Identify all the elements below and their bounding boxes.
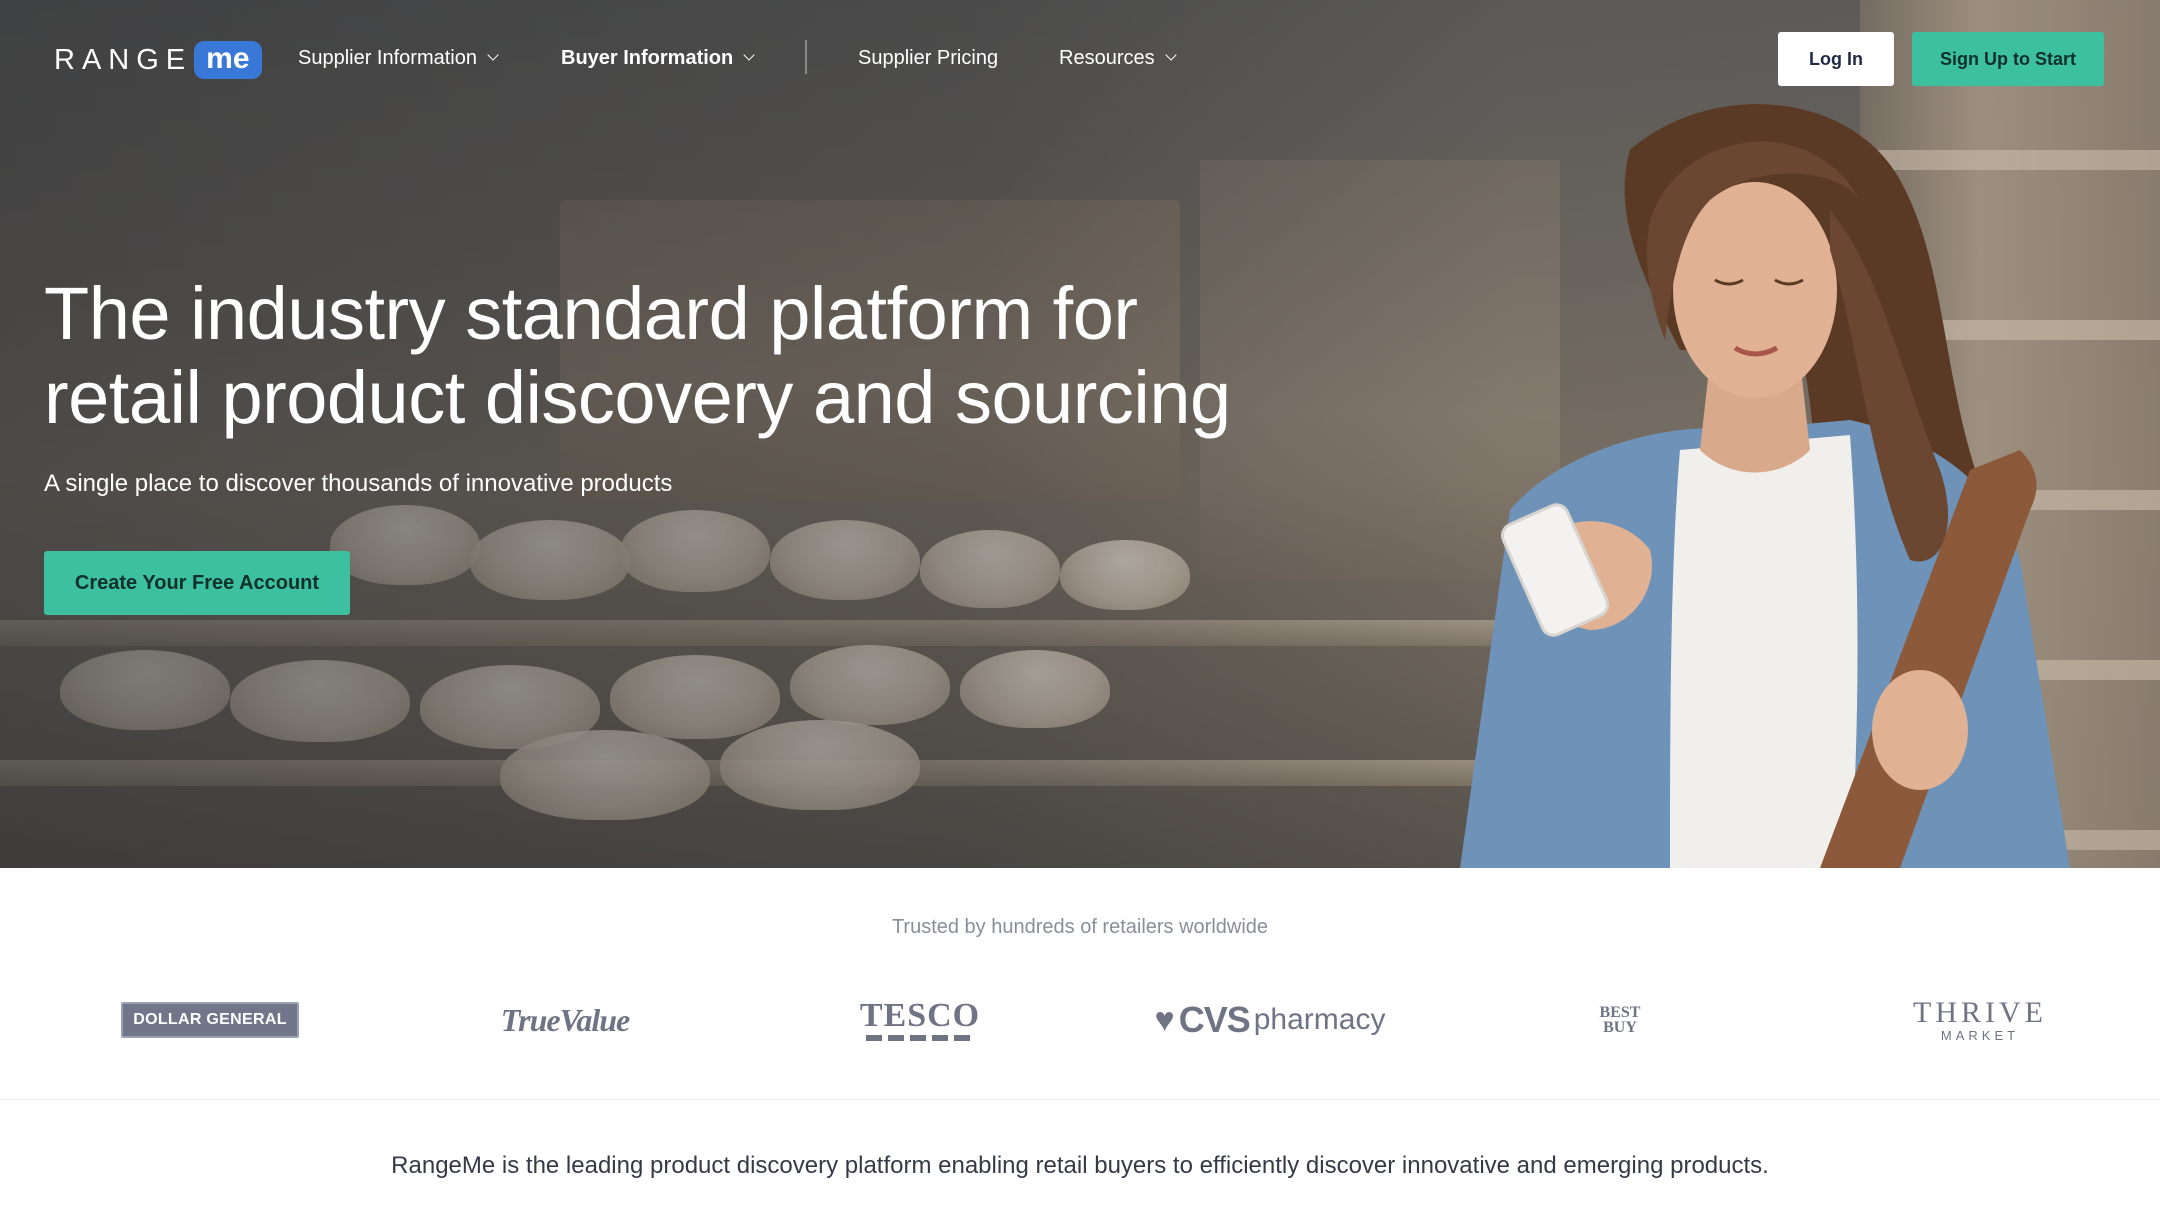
retailer-logo-row: DOLLAR GENERAL TrueValue TESCO ♥ CVS pha… — [0, 990, 2160, 1050]
nav-label: Supplier Pricing — [858, 47, 999, 69]
hero-title-line: retail product discovery and sourcing — [44, 356, 1231, 439]
hero-title-line: The industry standard platform for — [44, 272, 1138, 355]
logo-badge: me — [194, 41, 262, 79]
dollar-general-logo: DOLLAR GENERAL — [110, 990, 310, 1050]
retailer-logo-text: TrueValue — [500, 1001, 630, 1038]
true-value-logo: TrueValue — [460, 990, 670, 1050]
retailer-logo-text: TESCO — [859, 996, 981, 1034]
create-account-button[interactable]: Create Your Free Account — [44, 551, 350, 615]
tesco-mark: TESCO — [859, 996, 981, 1041]
hero-title: The industry standard platform for retai… — [44, 272, 1344, 440]
signup-button[interactable]: Sign Up to Start — [1912, 32, 2104, 86]
tesco-logo: TESCO — [820, 990, 1020, 1050]
nav-supplier-pricing[interactable]: Supplier Pricing — [858, 44, 998, 72]
nav-supplier-information[interactable]: Supplier Information — [298, 44, 499, 72]
section-divider — [0, 1099, 2160, 1100]
top-navigation: RANGE me Supplier Information Buyer Info… — [0, 0, 2160, 118]
chevron-down-icon — [1164, 49, 1177, 61]
hero-subtitle: A single place to discover thousands of … — [44, 470, 673, 497]
trusted-heading: Trusted by hundreds of retailers worldwi… — [891, 916, 1269, 938]
retailer-logo-text: DOLLAR GENERAL — [121, 1002, 299, 1038]
retailer-logo-text: CVS — [1178, 999, 1251, 1040]
chevron-down-icon — [487, 49, 499, 61]
retailer-logo-text: BUY — [1603, 1019, 1637, 1036]
cvs-pharmacy-logo: ♥ CVS pharmacy — [1130, 990, 1410, 1050]
nav-label: Supplier Information — [298, 47, 477, 69]
nav-label: Resources — [1059, 47, 1155, 69]
retailer-logo-text: MARKET — [1940, 1027, 2020, 1043]
nav-divider — [805, 40, 807, 74]
cvs-mark: ♥ CVS pharmacy — [1155, 999, 1386, 1041]
nav-resources[interactable]: Resources — [1059, 44, 1177, 72]
logo-wordmark: RANGE — [54, 43, 193, 76]
retailer-logo-text: pharmacy — [1253, 1003, 1386, 1036]
retailer-logo-text: BEST — [1599, 1004, 1641, 1021]
best-buy-logo: BEST BUY — [1560, 990, 1680, 1050]
platform-tagline: RangeMe is the leading product discovery… — [391, 1152, 1769, 1179]
nav-label: Buyer Information — [561, 47, 734, 69]
hero-woman-image — [1460, 104, 2070, 868]
retailer-logo-text: THRIVE — [1913, 995, 2047, 1029]
rangeme-logo[interactable]: RANGE me — [54, 40, 262, 80]
thrive-market-logo: THRIVE MARKET — [1880, 990, 2080, 1050]
chevron-down-icon — [743, 49, 755, 61]
nav-buyer-information[interactable]: Buyer Information — [561, 44, 755, 72]
login-button[interactable]: Log In — [1778, 32, 1894, 86]
tesco-stripes — [865, 1034, 974, 1041]
heart-icon: ♥ — [1154, 1000, 1175, 1039]
